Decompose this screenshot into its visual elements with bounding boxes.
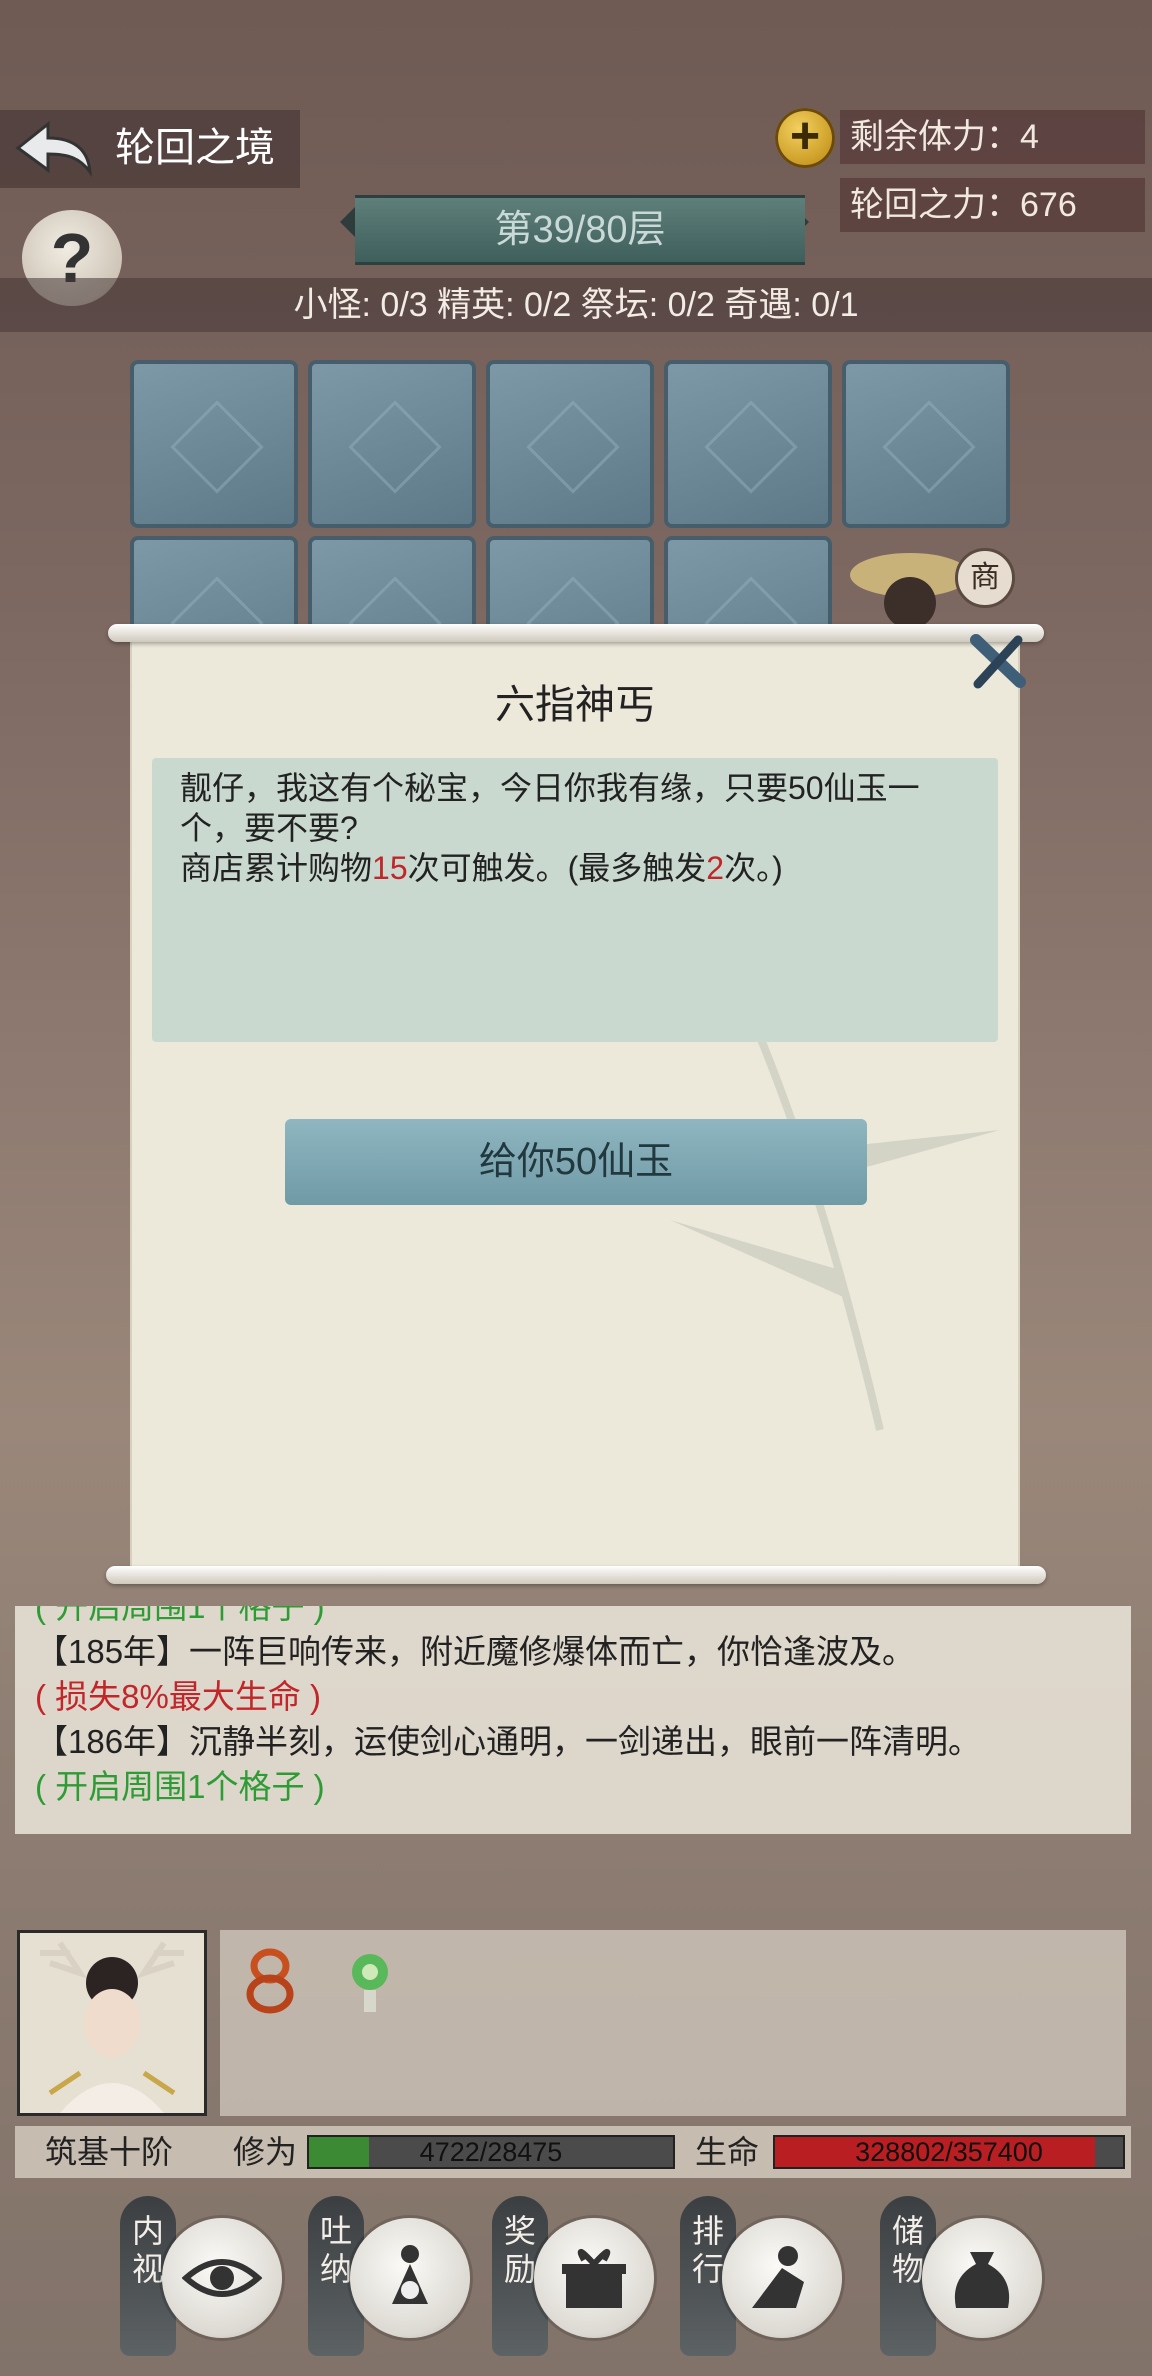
stamina-display: 剩余体力：4	[840, 110, 1145, 164]
avatar[interactable]	[17, 1930, 207, 2116]
gift-icon	[534, 2218, 654, 2338]
back-arrow-icon[interactable]	[14, 118, 94, 178]
message-text: 次可触发。(最多触发	[407, 850, 707, 886]
scroll-rod-bottom	[106, 1566, 1046, 1584]
log-effect: ( 开启周围1个格子 )	[35, 1768, 325, 1805]
ring-item-icon[interactable]	[232, 1942, 308, 2018]
nav-storage[interactable]: 储物	[880, 2196, 1060, 2366]
message-text: 商店累计购物	[180, 850, 373, 886]
merchant-badge: 商	[955, 548, 1015, 608]
map-tile[interactable]	[308, 360, 476, 528]
log-entry: 【185年】一阵巨响传来，附近魔修爆体而亡，你恰逢波及。	[35, 1633, 916, 1670]
log-entry: 【186年】沉静半刻，运使剑心通明，一剑递出，眼前一阵清明。	[35, 1723, 982, 1760]
cultivation-label: 修为	[233, 2134, 298, 2170]
bag-icon	[922, 2218, 1042, 2338]
log-effect: ( 损失8%最大生命 )	[35, 1678, 322, 1715]
dialog-message: 靓仔，我这有个秘宝，今日你我有缘，只要50仙玉一个，要不要? 商店累计购物15次…	[152, 758, 998, 1042]
message-text: 次。)	[724, 850, 783, 886]
message-trigger-line: 商店累计购物15次可触发。(最多触发2次。)	[180, 848, 970, 888]
nav-rewards[interactable]: 奖励	[492, 2196, 672, 2366]
nav-introspect[interactable]: 内视	[120, 2196, 300, 2366]
cultivation-bar: 4722/28475	[307, 2135, 675, 2169]
ranking-icon	[722, 2218, 842, 2338]
eye-icon	[162, 2218, 282, 2338]
jade-item-icon[interactable]	[330, 1942, 410, 2022]
page-title: 轮回之境	[115, 126, 275, 170]
hp-label: 生命	[695, 2134, 760, 2170]
add-stamina-button[interactable]: +	[775, 108, 835, 168]
dialog-title: 六指神丐	[495, 683, 655, 727]
purchase-count: 15	[372, 850, 408, 886]
encounter-counters: 小怪: 0/3 精英: 0/2 祭坛: 0/2 奇遇: 0/1	[0, 278, 1152, 332]
floor-indicator: 第39/80层	[355, 195, 805, 265]
cultivation-value: 4722/28475	[419, 2137, 563, 2167]
pay-jade-button[interactable]: 给你50仙玉	[285, 1119, 867, 1205]
event-log[interactable]: ( 开启周围1个格子 ) 【185年】一阵巨响传来，附近魔修爆体而亡，你恰逢波及…	[15, 1606, 1131, 1834]
map-tile[interactable]	[664, 360, 832, 528]
reincarnation-power-display: 轮回之力：676	[840, 178, 1145, 232]
nav-ranking[interactable]: 排行	[680, 2196, 860, 2366]
max-trigger-count: 2	[706, 850, 725, 886]
character-stats: 筑基十阶 修为 4722/28475 生命 328802/357400	[15, 2126, 1131, 2178]
realm-label: 筑基十阶	[45, 2134, 174, 2170]
log-effect: ( 开启周围1个格子 )	[35, 1606, 325, 1625]
nav-breathing[interactable]: 吐纳	[308, 2196, 488, 2366]
map-tile[interactable]	[842, 360, 1010, 528]
map-tile[interactable]	[486, 360, 654, 528]
map-tile[interactable]	[130, 360, 298, 528]
hp-value: 328802/357400	[855, 2137, 1043, 2167]
message-line: 靓仔，我这有个秘宝，今日你我有缘，只要50仙玉一个，要不要?	[180, 770, 920, 846]
scroll-rod-top	[108, 624, 1044, 642]
hp-bar: 328802/357400	[773, 2135, 1125, 2169]
meditation-icon	[350, 2218, 470, 2338]
